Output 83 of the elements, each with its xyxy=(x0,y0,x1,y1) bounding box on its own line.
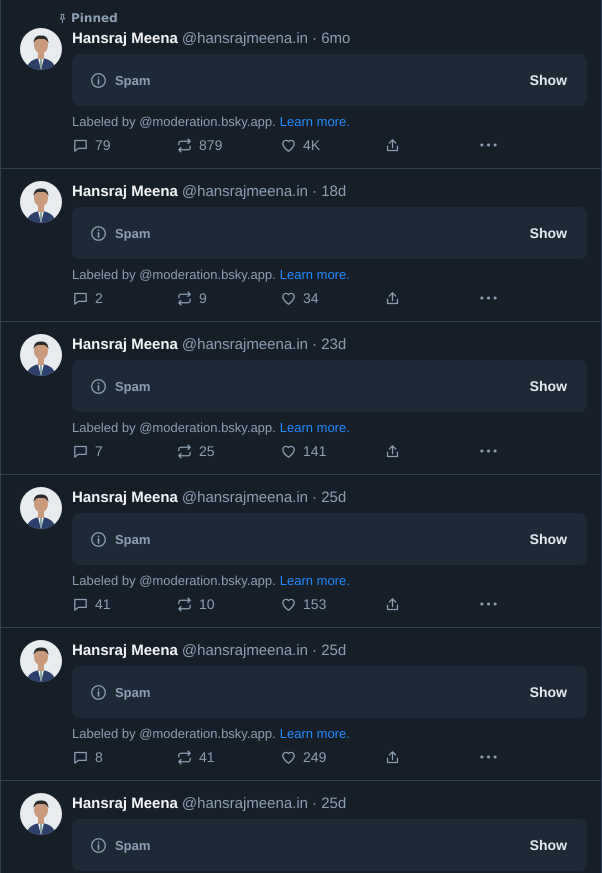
author-name[interactable]: Hansraj Meena xyxy=(72,336,178,352)
post-time: · 25d xyxy=(312,794,346,812)
learn-more-link[interactable]: Learn more. xyxy=(280,114,350,132)
repost-icon xyxy=(176,290,193,306)
repost-button[interactable]: 41 xyxy=(176,748,280,766)
author-name[interactable]: Hansraj Meena xyxy=(72,794,178,812)
share-icon xyxy=(384,290,401,306)
label-note: Labeled by @moderation.bsky.app. xyxy=(72,573,276,590)
pinned-label: Pinned xyxy=(71,11,118,25)
show-button[interactable]: Show xyxy=(530,531,567,547)
repost-button[interactable]: 25 xyxy=(176,442,280,460)
author-name[interactable]: Hansraj Meena xyxy=(72,488,178,506)
label-note: Labeled by @moderation.bsky.app. xyxy=(72,420,276,437)
author-name[interactable]: Hansraj Meena xyxy=(72,642,178,658)
author-handle[interactable]: @hansrajmeena.in xyxy=(182,30,308,46)
post-time: · 25d xyxy=(312,488,346,506)
info-icon xyxy=(90,836,107,854)
more-icon xyxy=(480,143,497,147)
reply-button[interactable]: 8 xyxy=(72,748,176,766)
like-button[interactable]: 153 xyxy=(280,596,384,612)
warning-label: Spam xyxy=(115,72,152,88)
reply-button[interactable]: 41 xyxy=(72,596,176,612)
warning-label: Spam xyxy=(115,532,152,546)
post-time: · 18d xyxy=(312,182,346,200)
reply-button[interactable]: 79 xyxy=(72,136,176,154)
show-button[interactable]: Show xyxy=(530,837,567,853)
like-button[interactable]: 249 xyxy=(280,748,384,766)
repost-button[interactable]: 9 xyxy=(176,290,280,306)
learn-more-link[interactable]: Learn more. xyxy=(280,267,350,285)
warning-label: Spam xyxy=(115,684,152,700)
like-button[interactable]: 4K xyxy=(280,136,384,154)
author-handle[interactable]: @hansrajmeena.in xyxy=(182,182,308,200)
repost-icon xyxy=(176,748,193,766)
repost-button[interactable]: 879 xyxy=(176,136,280,154)
more-icon xyxy=(480,296,497,300)
share-icon xyxy=(384,442,401,460)
more-icon xyxy=(480,602,497,606)
more-icon xyxy=(480,755,497,759)
label-note: Labeled by @moderation.bsky.app. xyxy=(72,267,276,284)
like-button[interactable]: 34 xyxy=(280,290,384,306)
info-icon xyxy=(90,224,107,242)
info-icon xyxy=(90,530,107,548)
author-name[interactable]: Hansraj Meena xyxy=(72,182,178,200)
learn-more-link[interactable]: Learn more. xyxy=(280,420,350,438)
show-button[interactable]: Show xyxy=(530,684,567,700)
info-icon xyxy=(90,684,107,700)
reply-button[interactable]: 2 xyxy=(72,290,176,306)
repost-icon xyxy=(176,596,193,612)
repost-icon xyxy=(176,442,193,460)
heart-icon xyxy=(280,136,297,154)
share-icon xyxy=(384,596,401,612)
author-handle[interactable]: @hansrajmeena.in xyxy=(182,794,308,812)
author-handle[interactable]: @hansrajmeena.in xyxy=(182,488,308,506)
learn-more-link[interactable]: Learn more. xyxy=(280,573,350,591)
show-button[interactable]: Show xyxy=(530,378,567,394)
heart-icon xyxy=(280,748,297,766)
post-time: · 6mo xyxy=(312,30,350,46)
reply-button[interactable]: 7 xyxy=(72,442,176,460)
label-note: Labeled by @moderation.bsky.app. xyxy=(72,726,276,743)
share-icon xyxy=(384,748,401,766)
repost-button[interactable]: 10 xyxy=(176,596,280,612)
like-button[interactable]: 141 xyxy=(280,442,384,460)
author-handle[interactable]: @hansrajmeena.in xyxy=(182,642,308,658)
warning-label: Spam xyxy=(115,226,152,240)
share-icon xyxy=(384,136,401,154)
repost-icon xyxy=(176,136,193,154)
author-name[interactable]: Hansraj Meena xyxy=(72,30,178,46)
show-button[interactable]: Show xyxy=(530,72,567,88)
info-icon xyxy=(90,378,107,394)
learn-more-link[interactable]: Learn more. xyxy=(280,726,350,744)
info-icon xyxy=(90,72,107,88)
heart-icon xyxy=(280,596,297,612)
warning-label: Spam xyxy=(115,378,152,394)
warning-label: Spam xyxy=(115,838,152,852)
heart-icon xyxy=(280,290,297,306)
author-handle[interactable]: @hansrajmeena.in xyxy=(182,336,308,352)
more-icon xyxy=(480,449,497,453)
post-time: · 23d xyxy=(312,336,346,352)
pin-icon xyxy=(57,12,68,24)
show-button[interactable]: Show xyxy=(530,225,567,241)
label-note: Labeled by @moderation.bsky.app. xyxy=(72,114,276,131)
post-time: · 25d xyxy=(312,642,346,658)
heart-icon xyxy=(280,442,297,460)
